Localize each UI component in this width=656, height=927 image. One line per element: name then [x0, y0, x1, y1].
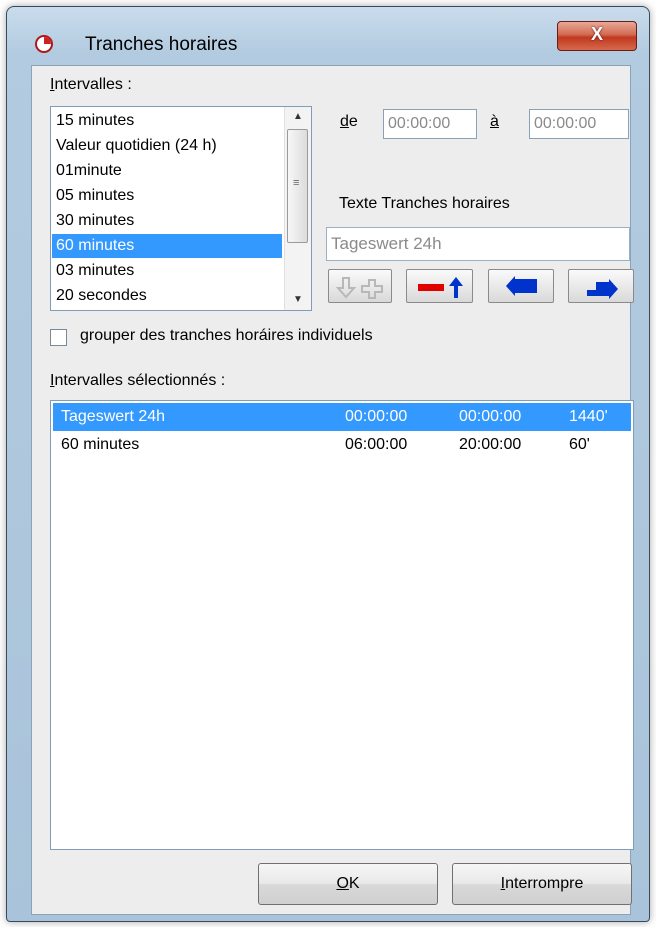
interval-from-cell: 00:00:00	[345, 408, 408, 425]
clock-icon	[35, 35, 53, 53]
interval-list-item[interactable]: Valeur quotidien (24 h)	[52, 134, 282, 158]
interval-name-cell: Tageswert 24h	[61, 408, 166, 425]
interval-list-item[interactable]: 01minute	[52, 159, 282, 183]
group-checkbox-label: grouper des tranches horáires individuel…	[80, 327, 373, 344]
from-label: de	[340, 113, 358, 130]
to-time-input[interactable]: 00:00:00	[529, 109, 629, 139]
arrow-up-right-icon	[587, 279, 618, 299]
window-title: Tranches horaires	[85, 34, 238, 55]
interval-from-cell: 06:00:00	[345, 436, 408, 453]
table-row[interactable]: 60 minutes 06:00:00 20:00:00 60'	[53, 431, 631, 459]
interval-list-item[interactable]: 03 minutes	[52, 259, 282, 283]
interval-list-item[interactable]: 60 minutes	[52, 234, 282, 258]
add-interval-button[interactable]	[328, 269, 392, 303]
interval-list-item[interactable]: 15 minutes	[52, 109, 282, 133]
interval-duration-cell: 1440'	[569, 408, 608, 425]
dialog-window: Tranches horaires X Intervalles : ▲ ≡ ▼ …	[6, 6, 650, 922]
text-section-label: Texte Tranches horaires	[339, 195, 510, 212]
scroll-thumb[interactable]: ≡	[287, 129, 308, 243]
group-checkbox[interactable]	[50, 329, 67, 346]
interval-name-cell: 60 minutes	[61, 436, 140, 453]
selected-intervals-list[interactable]: Tageswert 24h 00:00:00 00:00:00 1440' 60 min…	[50, 400, 634, 850]
intervals-label: Intervalles :	[50, 76, 132, 93]
minus-arrow-up-icon	[418, 277, 463, 298]
cancel-button[interactable]: Interrompre	[452, 863, 632, 905]
interval-list-item[interactable]: 30 minutes	[52, 209, 282, 233]
ok-button[interactable]: OK	[258, 863, 438, 905]
table-row[interactable]: Tageswert 24h 00:00:00 00:00:00 1440'	[53, 403, 631, 431]
from-time-input[interactable]: 00:00:00	[383, 109, 477, 139]
interval-list-item[interactable]: 05 minutes	[52, 184, 282, 208]
arrow-down-left-icon	[506, 276, 537, 296]
title-bar[interactable]: Tranches horaires X	[7, 7, 649, 71]
dialog-body: Intervalles : ▲ ≡ ▼ 15 minutes Valeur quo…	[31, 65, 634, 915]
grip-icon: ≡	[293, 177, 300, 189]
close-icon: X	[590, 24, 603, 44]
move-up-button[interactable]	[568, 269, 634, 303]
interval-text-input[interactable]: Tageswert 24h	[326, 227, 630, 261]
interval-duration-cell: 60'	[569, 436, 590, 453]
to-label: à	[490, 113, 499, 130]
scroll-down-icon[interactable]: ▼	[285, 290, 311, 310]
close-button[interactable]: X	[557, 21, 637, 51]
selected-intervals-label: Intervalles sélectionnés :	[50, 372, 226, 389]
interval-to-cell: 20:00:00	[459, 436, 522, 453]
remove-interval-button[interactable]	[406, 269, 473, 303]
interval-list-item[interactable]: 20 secondes	[52, 284, 282, 308]
intervals-scrollbar[interactable]: ▲ ≡ ▼	[284, 107, 311, 310]
scroll-up-icon[interactable]: ▲	[285, 107, 311, 127]
interval-to-cell: 00:00:00	[459, 408, 522, 425]
move-down-button[interactable]	[488, 269, 554, 303]
arrow-down-plus-icon	[335, 277, 383, 299]
intervals-listbox[interactable]: ▲ ≡ ▼ 15 minutes Valeur quotidien (24 h) 0…	[50, 106, 312, 311]
